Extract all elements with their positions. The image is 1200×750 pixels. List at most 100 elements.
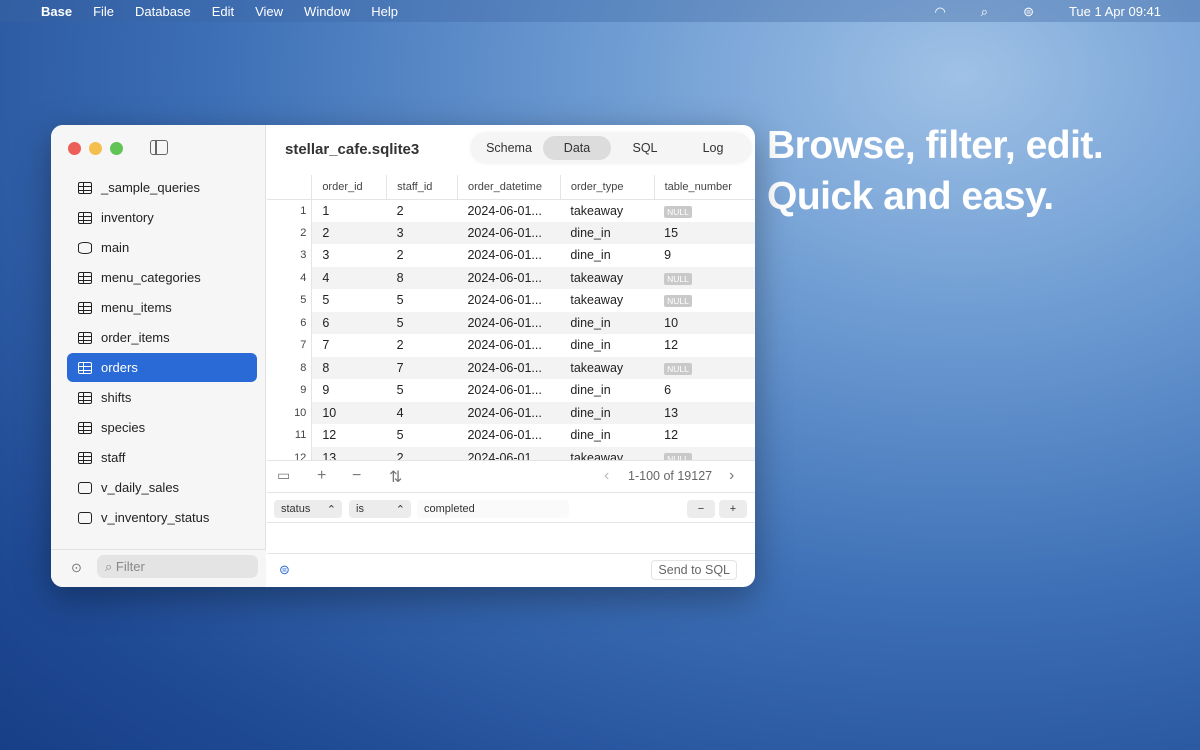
table-cell[interactable]: 10 <box>654 312 755 335</box>
table-cell[interactable]: 2 <box>387 447 458 461</box>
table-cell[interactable]: 12 <box>654 424 755 447</box>
table-cell[interactable]: 2024-06-01... <box>457 312 560 335</box>
table-cell[interactable]: takeaway <box>560 267 654 290</box>
table-cell[interactable]: NULL <box>654 357 755 380</box>
clock[interactable]: Tue 1 Apr 09:41 <box>1069 4 1161 20</box>
sort-icon[interactable]: ⇅ <box>389 467 402 487</box>
filter-value-input[interactable]: completed <box>417 500 569 518</box>
table-cell[interactable]: 1 <box>312 199 387 222</box>
sidebar-item-order-items[interactable]: order_items <box>67 323 257 352</box>
table-cell[interactable]: 2024-06-01... <box>457 402 560 425</box>
table-cell[interactable]: 2024-06-01... <box>457 424 560 447</box>
table-cell[interactable]: NULL <box>654 267 755 290</box>
sidebar-item-shifts[interactable]: shifts <box>67 383 257 412</box>
table-cell[interactable]: takeaway <box>560 289 654 312</box>
table-cell[interactable]: 5 <box>387 312 458 335</box>
table-row[interactable]: 121322024-06-01...takeawayNULL <box>267 447 755 461</box>
table-cell[interactable]: 5 <box>387 379 458 402</box>
table-cell[interactable]: 5 <box>387 289 458 312</box>
table-cell[interactable]: 5 <box>387 424 458 447</box>
table-row[interactable]: 1122024-06-01...takeawayNULL <box>267 199 755 222</box>
table-cell[interactable]: 3 <box>387 222 458 245</box>
table-cell[interactable]: 7 <box>387 357 458 380</box>
app-menu[interactable]: Base <box>41 4 72 19</box>
column-header-order-id[interactable]: order_id <box>312 175 387 199</box>
table-cell[interactable]: takeaway <box>560 199 654 222</box>
table-cell[interactable]: NULL <box>654 199 755 222</box>
tab-sql[interactable]: SQL <box>611 136 679 160</box>
table-cell[interactable]: 2 <box>387 334 458 357</box>
menu-edit[interactable]: Edit <box>212 4 234 19</box>
control-center-icon[interactable]: ⊜ <box>1023 4 1034 20</box>
zoom-button[interactable] <box>110 142 123 155</box>
sidebar-item-v-daily-sales[interactable]: v_daily_sales <box>67 473 257 502</box>
table-cell[interactable]: NULL <box>654 289 755 312</box>
table-cell[interactable]: 6 <box>312 312 387 335</box>
table-cell[interactable]: 2024-06-01... <box>457 379 560 402</box>
table-row[interactable]: 9952024-06-01...dine_in6 <box>267 379 755 402</box>
table-row[interactable]: 101042024-06-01...dine_in13 <box>267 402 755 425</box>
search-icon[interactable]: ⌕ <box>981 4 988 20</box>
table-cell[interactable]: NULL <box>654 447 755 461</box>
sidebar-item-menu-items[interactable]: menu_items <box>67 293 257 322</box>
tab-schema[interactable]: Schema <box>475 136 543 160</box>
table-cell[interactable]: dine_in <box>560 379 654 402</box>
column-header-order-datetime[interactable]: order_datetime <box>457 175 560 199</box>
table-row[interactable]: 111252024-06-01...dine_in12 <box>267 424 755 447</box>
sidebar-toggle-icon[interactable] <box>150 140 168 155</box>
table-cell[interactable]: 2024-06-01... <box>457 267 560 290</box>
table-cell[interactable]: dine_in <box>560 222 654 245</box>
sidebar-item-orders[interactable]: orders <box>67 353 257 382</box>
table-cell[interactable]: 9 <box>654 244 755 267</box>
sidebar-filter-input[interactable]: ⌕ Filter <box>97 555 258 578</box>
table-cell[interactable]: 2024-06-01... <box>457 199 560 222</box>
table-cell[interactable]: 15 <box>654 222 755 245</box>
table-cell[interactable]: 12 <box>312 424 387 447</box>
table-cell[interactable]: 4 <box>312 267 387 290</box>
table-cell[interactable]: 12 <box>654 334 755 357</box>
table-cell[interactable]: dine_in <box>560 402 654 425</box>
table-cell[interactable]: 2024-06-01... <box>457 289 560 312</box>
table-cell[interactable]: 8 <box>387 267 458 290</box>
table-cell[interactable]: dine_in <box>560 312 654 335</box>
table-row[interactable]: 6652024-06-01...dine_in10 <box>267 312 755 335</box>
table-cell[interactable]: 2024-06-01... <box>457 244 560 267</box>
sidebar-item-species[interactable]: species <box>67 413 257 442</box>
column-header-order-type[interactable]: order_type <box>560 175 654 199</box>
add-filter-button[interactable]: + <box>719 500 747 518</box>
table-cell[interactable]: 9 <box>312 379 387 402</box>
menu-view[interactable]: View <box>255 4 283 19</box>
panel-toggle-icon[interactable]: ▭ <box>277 467 290 484</box>
table-cell[interactable]: 6 <box>654 379 755 402</box>
sidebar-item-v-inventory-status[interactable]: v_inventory_status <box>67 503 257 532</box>
table-row[interactable]: 4482024-06-01...takeawayNULL <box>267 267 755 290</box>
table-cell[interactable]: 2 <box>312 222 387 245</box>
table-row[interactable]: 8872024-06-01...takeawayNULL <box>267 357 755 380</box>
filter-icon[interactable]: ⊜ <box>279 562 290 578</box>
table-cell[interactable]: 5 <box>312 289 387 312</box>
remove-filter-button[interactable]: − <box>687 500 715 518</box>
minimize-button[interactable] <box>89 142 102 155</box>
filter-operator-select[interactable]: is⌃ <box>349 500 411 518</box>
menu-file[interactable]: File <box>93 4 114 19</box>
table-cell[interactable]: dine_in <box>560 334 654 357</box>
menu-database[interactable]: Database <box>135 4 191 19</box>
close-button[interactable] <box>68 142 81 155</box>
table-cell[interactable]: 2024-06-01... <box>457 357 560 380</box>
table-row[interactable]: 7722024-06-01...dine_in12 <box>267 334 755 357</box>
table-cell[interactable]: takeaway <box>560 447 654 461</box>
column-header-table-number[interactable]: table_number <box>654 175 755 199</box>
filter-column-select[interactable]: status⌃ <box>274 500 342 518</box>
table-cell[interactable]: 2 <box>387 199 458 222</box>
table-cell[interactable]: 2 <box>387 244 458 267</box>
wifi-icon[interactable]: ◠ <box>934 4 945 20</box>
sidebar-item-sample-queries[interactable]: _sample_queries <box>67 173 257 202</box>
menu-help[interactable]: Help <box>371 4 398 19</box>
table-cell[interactable]: 2024-06-01... <box>457 447 560 461</box>
table-cell[interactable]: 13 <box>654 402 755 425</box>
table-cell[interactable]: 10 <box>312 402 387 425</box>
add-row-button[interactable]: + <box>317 467 326 485</box>
table-cell[interactable]: takeaway <box>560 357 654 380</box>
table-cell[interactable]: 2024-06-01... <box>457 334 560 357</box>
sidebar-item-staff[interactable]: staff <box>67 443 257 472</box>
